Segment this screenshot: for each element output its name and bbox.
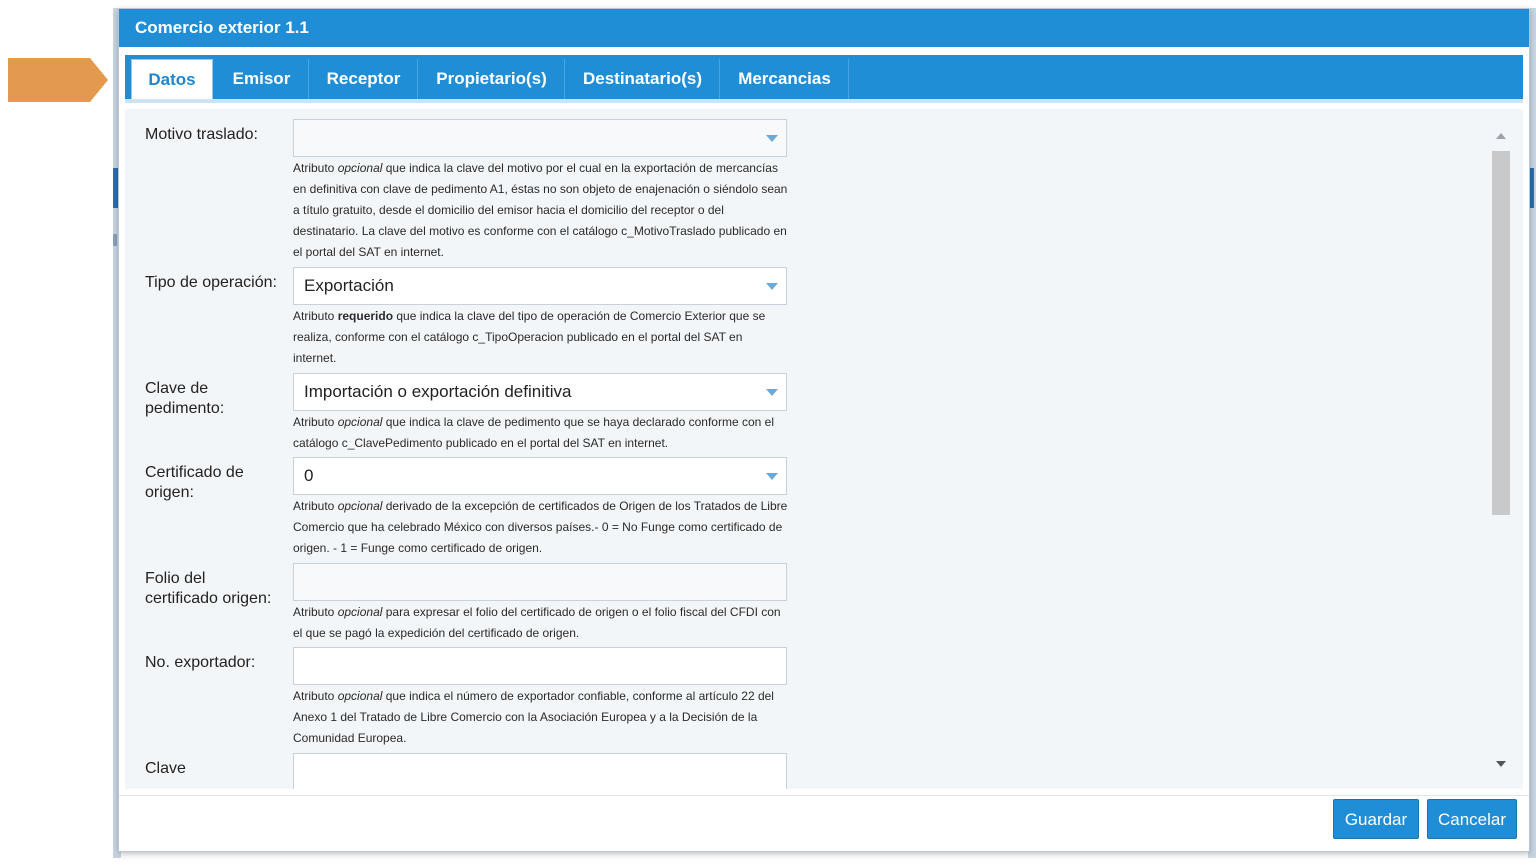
scroll-down-arrow-icon[interactable] xyxy=(1496,761,1506,767)
scrollbar-thumb[interactable] xyxy=(1492,151,1510,515)
certificado-origen-label: Certificado de origen: xyxy=(145,464,244,501)
chevron-down-icon xyxy=(766,389,778,396)
no-exportador-input[interactable] xyxy=(293,647,787,685)
chevron-down-icon xyxy=(766,135,778,142)
content-scrollbar[interactable] xyxy=(1491,129,1513,777)
folio-certificado-label: Folio del certificado origen: xyxy=(145,570,272,607)
clave-pedimento-value: Importación o exportación definitiva xyxy=(304,382,572,401)
tab-propietarios[interactable]: Propietario(s) xyxy=(419,59,565,99)
tipo-operacion-label: Tipo de operación: xyxy=(145,274,277,291)
no-exportador-help: Atributo opcional que indica el número d… xyxy=(293,689,774,745)
chevron-down-icon xyxy=(766,473,778,480)
certificado-origen-select[interactable]: 0 xyxy=(293,457,787,495)
clave-pedimento-label: Clave de pedimento: xyxy=(145,380,225,417)
tab-bar: Datos Emisor Receptor Propietario(s) Des… xyxy=(125,55,1523,103)
clave-pedimento-select[interactable]: Importación o exportación definitiva xyxy=(293,373,787,411)
form-content: Motivo traslado: Atributo opcional que i… xyxy=(125,109,1523,789)
motivo-traslado-label: Motivo traslado: xyxy=(145,126,258,143)
tab-destinatarios[interactable]: Destinatario(s) xyxy=(566,59,720,99)
save-button[interactable]: Guardar xyxy=(1333,799,1419,839)
tab-emisor[interactable]: Emisor xyxy=(215,59,309,99)
certificado-origen-value: 0 xyxy=(304,466,314,485)
tipo-operacion-select[interactable]: Exportación xyxy=(293,267,787,305)
dialog-title: Comercio exterior 1.1 xyxy=(119,9,1529,47)
tipo-operacion-value: Exportación xyxy=(304,276,394,295)
motivo-traslado-help: Atributo opcional que indica la clave de… xyxy=(293,161,788,259)
tab-receptor[interactable]: Receptor xyxy=(310,59,418,99)
pointer-arrow-icon xyxy=(8,58,108,102)
tab-datos[interactable]: Datos xyxy=(131,59,213,99)
footer-divider xyxy=(119,795,1529,796)
clave-next-label: Clave xyxy=(145,760,186,777)
background-decoration xyxy=(113,234,117,246)
motivo-traslado-select[interactable] xyxy=(293,119,787,157)
clave-pedimento-help: Atributo opcional que indica la clave de… xyxy=(293,415,774,450)
scroll-up-arrow-icon[interactable] xyxy=(1496,133,1506,139)
certificado-origen-help: Atributo opcional derivado de la excepci… xyxy=(293,499,788,555)
clave-next-input[interactable] xyxy=(293,753,787,789)
cancel-button[interactable]: Cancelar xyxy=(1427,799,1517,839)
folio-certificado-help: Atributo opcional para expresar el folio… xyxy=(293,605,781,640)
tipo-operacion-help: Atributo requerido que indica la clave d… xyxy=(293,309,766,365)
no-exportador-label: No. exportador: xyxy=(145,654,256,671)
tab-mercancias[interactable]: Mercancias xyxy=(721,59,849,99)
comercio-exterior-dialog: Comercio exterior 1.1 Datos Emisor Recep… xyxy=(118,8,1530,852)
chevron-down-icon xyxy=(766,283,778,290)
folio-certificado-input[interactable] xyxy=(293,563,787,601)
